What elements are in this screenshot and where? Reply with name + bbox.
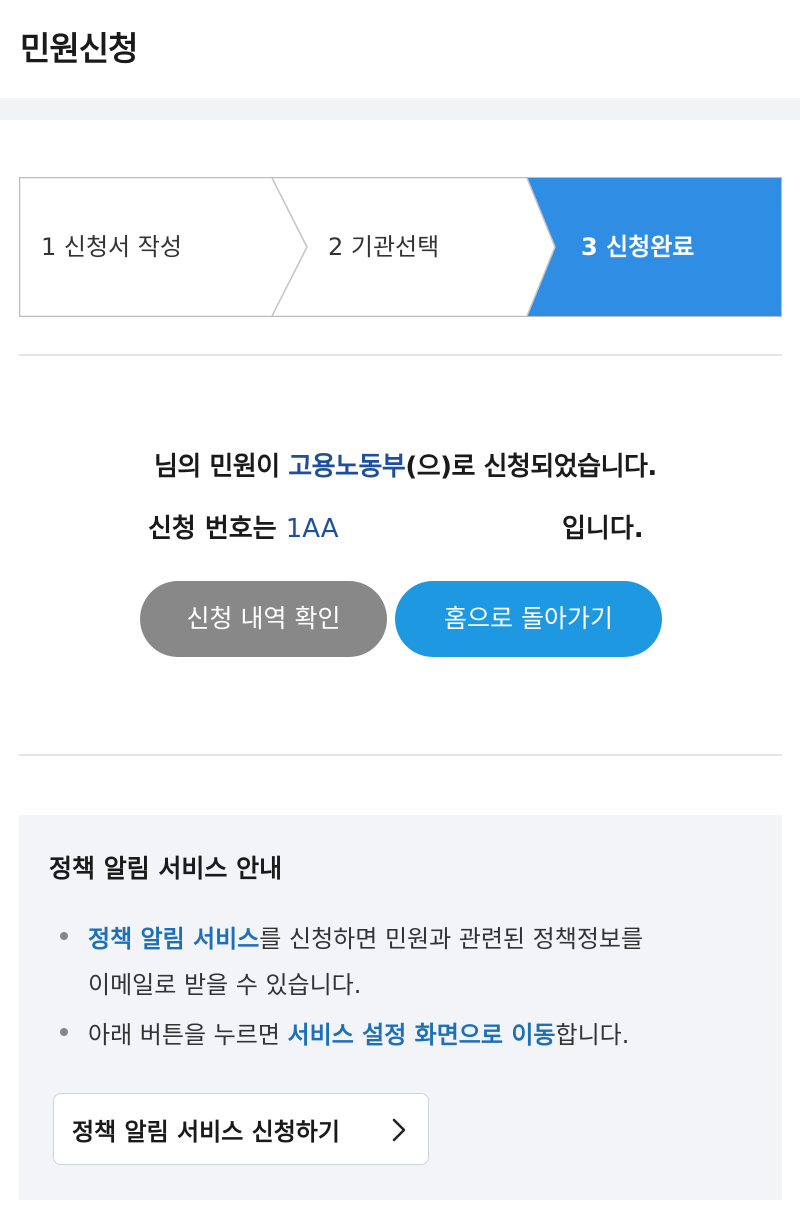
result-suffix: (으)로 신청되었습니다.	[405, 452, 657, 482]
result-message-line-2: 신청 번호는 1AA	[148, 508, 339, 545]
view-history-button[interactable]: 신청 내역 확인	[140, 581, 387, 657]
page-header: 민원신청	[0, 0, 800, 98]
notice-item-2: 아래 버튼을 누르면 서비스 설정 화면으로 이동합니다.	[88, 1015, 629, 1050]
application-number: 1AA	[285, 514, 339, 544]
step-1-label: 1 신청서 작성	[41, 233, 182, 261]
section-divider-bottom	[19, 754, 782, 756]
bullet-icon	[60, 1028, 68, 1036]
header-divider-band	[0, 98, 800, 120]
application-number-suffix: 입니다.	[562, 514, 644, 544]
apply-policy-alert-button[interactable]: 정책 알림 서비스 신청하기	[53, 1093, 429, 1165]
result-prefix: 님의 민원이	[154, 452, 289, 482]
page-title: 민원신청	[20, 29, 138, 68]
policy-service-link[interactable]: 정책 알림 서비스	[88, 925, 259, 953]
notice-item-2-text-a: 아래 버튼을 누르면	[88, 1021, 288, 1049]
notice-item-1-text: 를 신청하면 민원과 관련된 정책정보를	[259, 925, 644, 953]
notice-item-2-text-b: 합니다.	[555, 1021, 630, 1049]
bullet-icon	[60, 932, 68, 940]
notice-item-1-line-2: 이메일로 받을 수 있습니다.	[88, 971, 362, 999]
section-divider-top	[19, 354, 782, 356]
service-settings-link[interactable]: 서비스 설정 화면으로 이동	[288, 1021, 556, 1049]
step-2-label: 2 기관선택	[328, 233, 440, 261]
policy-notice-box: 정책 알림 서비스 안내 정책 알림 서비스를 신청하면 민원과 관련된 정책정…	[19, 815, 782, 1200]
notice-item-1-line-1: 정책 알림 서비스를 신청하면 민원과 관련된 정책정보를	[88, 919, 643, 954]
apply-policy-alert-label: 정책 알림 서비스 신청하기	[72, 1117, 340, 1146]
application-number-prefix: 신청 번호는	[148, 514, 286, 544]
result-message-line-1: 님의 민원이 고용노동부(으)로 신청되었습니다.	[154, 446, 657, 483]
progress-stepper: 1 신청서 작성 2 기관선택 3 신청완료	[19, 177, 782, 317]
step-3-label-active: 3 신청완료	[581, 233, 695, 261]
notice-title: 정책 알림 서비스 안내	[49, 854, 283, 883]
chevron-right-icon	[392, 1118, 406, 1142]
go-home-button[interactable]: 홈으로 돌아가기	[395, 581, 662, 657]
agency-name: 고용노동부	[288, 452, 406, 482]
